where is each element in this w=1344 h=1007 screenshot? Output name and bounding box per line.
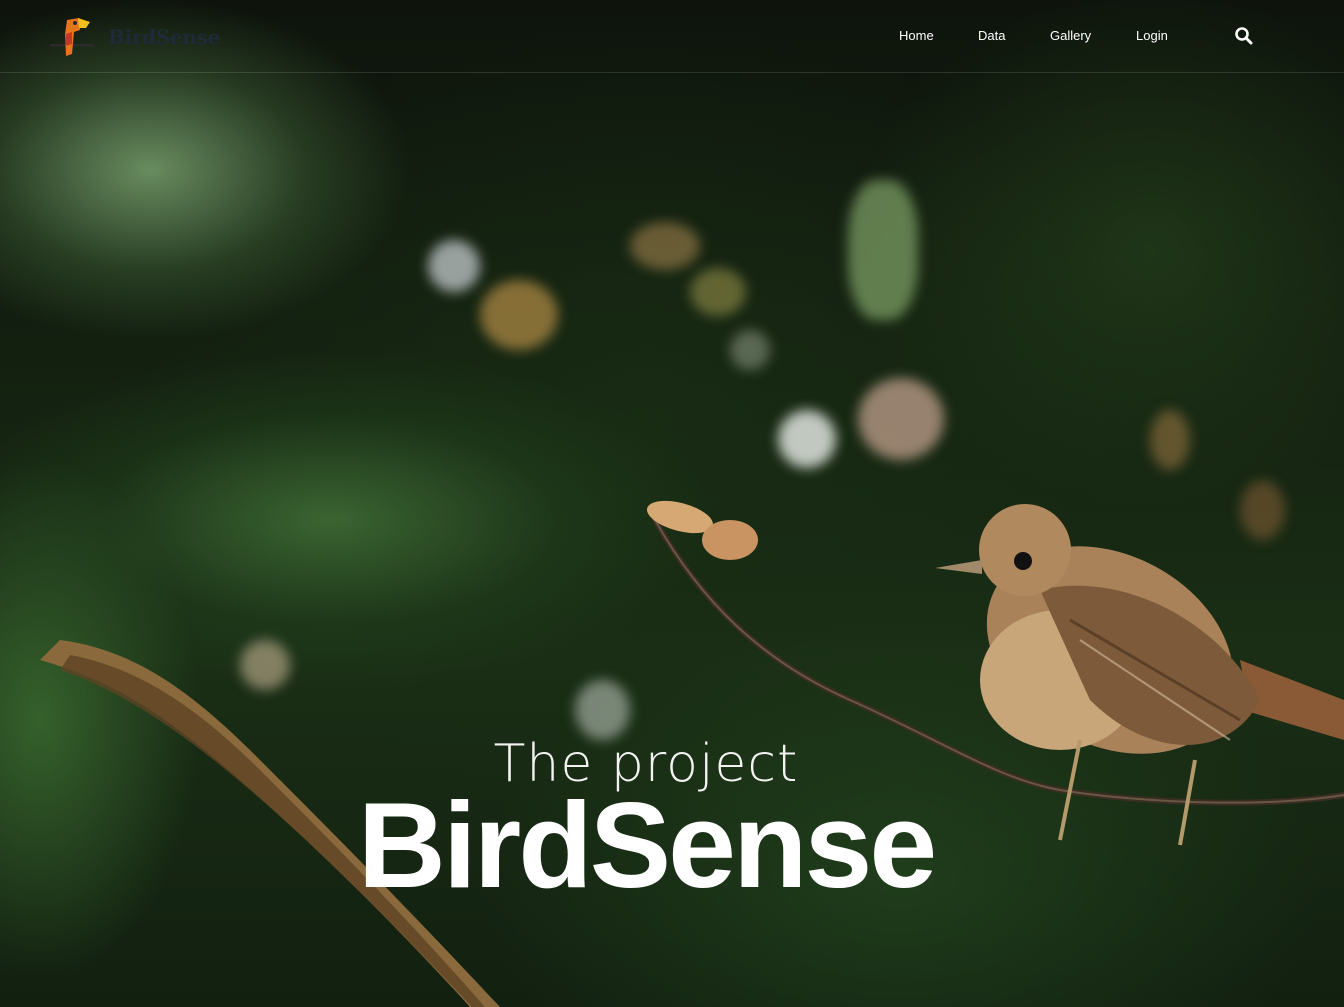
dried-leaf [702,520,758,560]
search-icon [1235,27,1253,45]
nav-data-link[interactable]: Data [978,28,1005,43]
site-header: BirdSense Home Data Gallery Login [0,0,1344,73]
brand-name: BirdSense [108,25,221,49]
hero-title: BirdSense [357,777,937,913]
search-button[interactable] [1234,26,1254,46]
logo-link[interactable]: BirdSense [50,14,220,60]
toucan-logo-icon [50,18,94,56]
page: BirdSense Home Data Gallery Login The pr… [0,0,1344,1007]
nav-home-link[interactable]: Home [899,28,934,43]
nav-gallery-link[interactable]: Gallery [1050,28,1091,43]
nav-login-link[interactable]: Login [1136,28,1168,43]
